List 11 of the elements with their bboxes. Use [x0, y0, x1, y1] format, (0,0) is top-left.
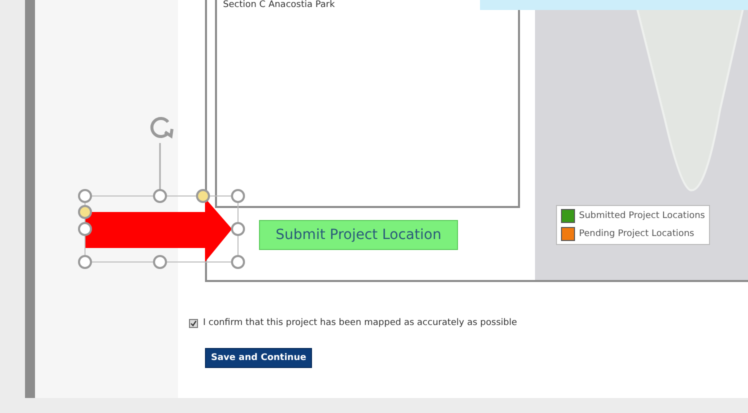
legend-label: Pending Project Locations	[579, 229, 694, 239]
rotate-icon[interactable]	[150, 117, 174, 139]
confirm-label: I confirm that this project has been mapped as accurately as possible	[203, 318, 518, 328]
legend-label: Submitted Project Locations	[579, 211, 705, 221]
submit-location-button[interactable]: Submit Project Location	[259, 220, 458, 250]
confirm-checkbox[interactable]	[189, 318, 198, 328]
selection-handles[interactable]	[78, 189, 245, 269]
arrow-shape[interactable]	[85, 198, 232, 262]
list-item[interactable]: Section C Anacostia Park	[223, 0, 335, 10]
location-list[interactable]: Section C Anacostia Park	[215, 0, 520, 208]
save-continue-button[interactable]: Save and Continue	[205, 348, 312, 368]
